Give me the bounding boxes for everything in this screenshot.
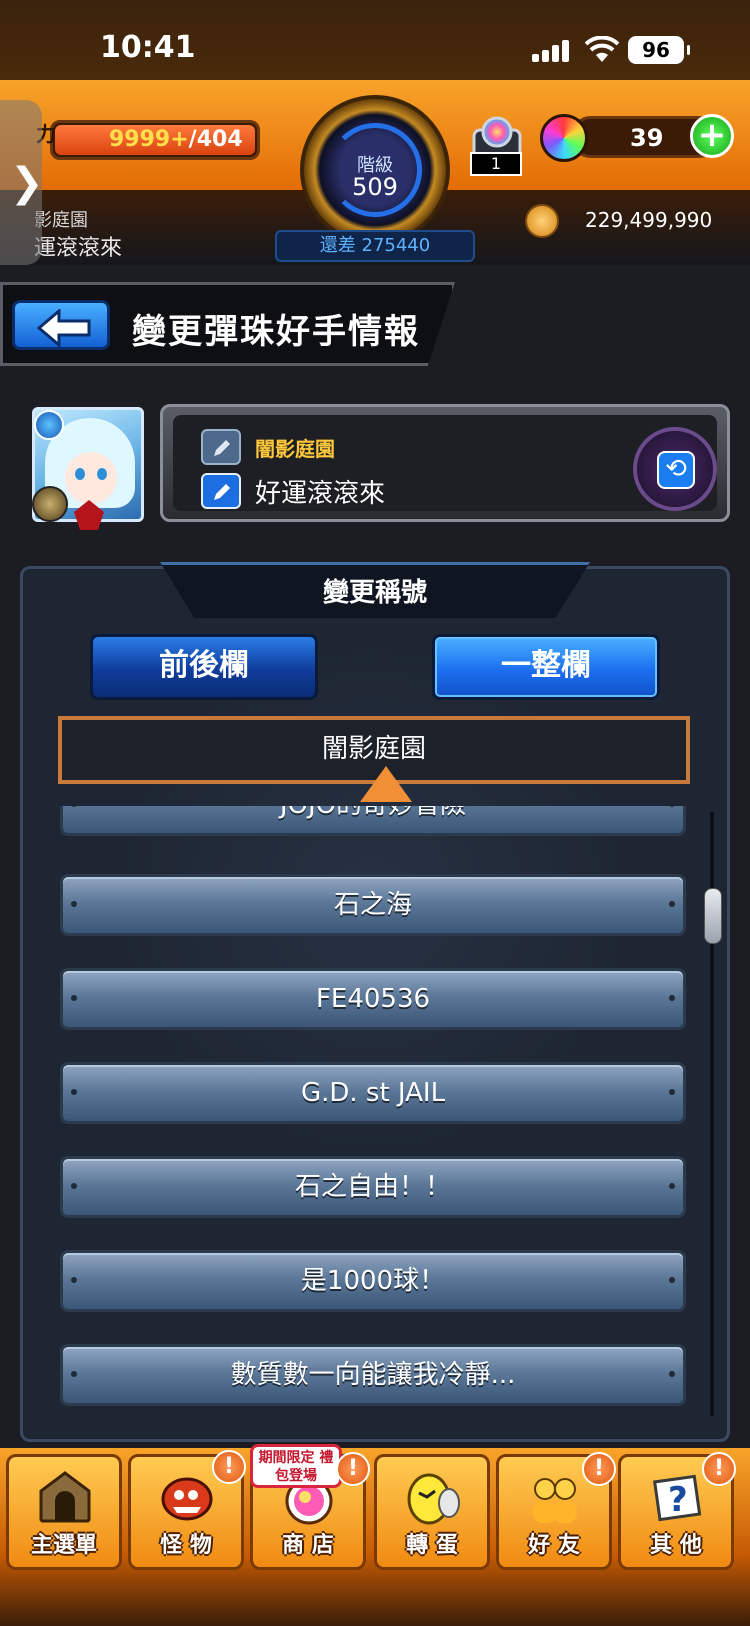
pointer-arrow-icon <box>360 766 412 802</box>
question-box-icon: ? <box>652 1474 702 1522</box>
status-time: 10:41 <box>100 30 196 65</box>
buy-orbs-button[interactable]: + <box>690 114 734 158</box>
list-item[interactable]: 是1000球！ <box>60 1250 686 1312</box>
friends-icon <box>533 1478 577 1523</box>
header-player-name: 運滾滾來 <box>34 236 123 261</box>
profile-subtitle: 闇影庭園 <box>255 437 335 461</box>
nav-gacha[interactable]: 轉 蛋 <box>374 1454 490 1570</box>
panel-title: 變更稱號 <box>322 578 427 608</box>
refresh-icon: ⟲ <box>657 451 695 489</box>
game-header: 9999+/404 力 階級 509 還差 275440 1 39 + 影庭園 … <box>0 80 750 265</box>
friends-alert-icon: ! <box>582 1452 616 1486</box>
profile-card: 闇影庭園 好運滾滾來 ⟲ <box>160 404 730 522</box>
castle-gate-icon <box>39 1471 91 1523</box>
nav-main-menu[interactable]: 主選單 <box>6 1454 122 1570</box>
list-item[interactable]: G.D. st JAIL <box>60 1062 686 1124</box>
page-title: 變更彈珠好手情報 <box>132 312 420 352</box>
rank-value: 509 <box>352 173 398 201</box>
stamina-bar[interactable]: 9999+/404 <box>50 120 260 160</box>
battery-icon: 96 <box>628 36 690 64</box>
back-arrow-icon <box>37 309 91 347</box>
list-item[interactable]: 石之海 <box>60 874 686 936</box>
profile-name: 好運滾滾來 <box>255 479 386 509</box>
edit-subtitle-button[interactable] <box>201 429 241 465</box>
list-item[interactable]: 石之自由！！ <box>60 1156 686 1218</box>
shop-promo-tag: 期間限定 禮包登場 <box>250 1444 342 1488</box>
rank-gauge[interactable]: 階級 509 <box>300 95 450 245</box>
shop-alert-icon: ! <box>336 1452 370 1486</box>
pencil-icon <box>214 440 230 456</box>
orb-icon <box>540 114 588 162</box>
list-item[interactable]: FE40536 <box>60 968 686 1030</box>
list-item[interactable]: JOJO的奇妙冒險 <box>60 806 686 836</box>
scrollbar-thumb[interactable] <box>704 888 722 944</box>
svg-text:?: ? <box>668 1480 688 1520</box>
title-list[interactable]: JOJO的奇妙冒險 石之海 FE40536 G.D. st JAIL 石之自由！… <box>40 806 710 1416</box>
rank-exp-remaining: 還差 275440 <box>275 230 475 262</box>
status-bar: 10:41 96 <box>0 0 750 80</box>
tab-full-row[interactable]: 一整欄 <box>432 634 660 700</box>
gift-count: 1 <box>470 152 522 176</box>
egg-icon <box>407 1473 460 1525</box>
gold-value: 229,499,990 <box>585 208 713 232</box>
list-item[interactable]: 數質數一向能讓我冷靜... <box>60 1344 686 1406</box>
rank-badge-icon <box>32 486 68 522</box>
pencil-icon <box>214 484 230 500</box>
monsters-alert-icon: ! <box>212 1450 246 1484</box>
tab-front-back[interactable]: 前後欄 <box>90 634 318 700</box>
swap-avatar-button[interactable]: ⟲ <box>633 427 717 511</box>
cellular-signal-icon <box>532 40 572 62</box>
stamina-current: 9999+ <box>109 127 189 152</box>
stamina-max: /404 <box>188 127 243 152</box>
side-drawer-tab[interactable]: ❯ <box>0 100 44 265</box>
element-badge-icon <box>34 410 64 440</box>
wifi-icon <box>585 36 619 62</box>
back-button[interactable] <box>12 300 110 350</box>
monster-icon <box>161 1477 213 1521</box>
edit-name-button[interactable] <box>201 473 241 509</box>
orb-count: 39 <box>630 124 664 152</box>
others-alert-icon: ! <box>702 1452 736 1486</box>
header-player-subtitle: 影庭園 <box>34 210 88 231</box>
gold-coin-icon <box>525 204 559 238</box>
chevron-right-icon: ❯ <box>10 160 44 206</box>
